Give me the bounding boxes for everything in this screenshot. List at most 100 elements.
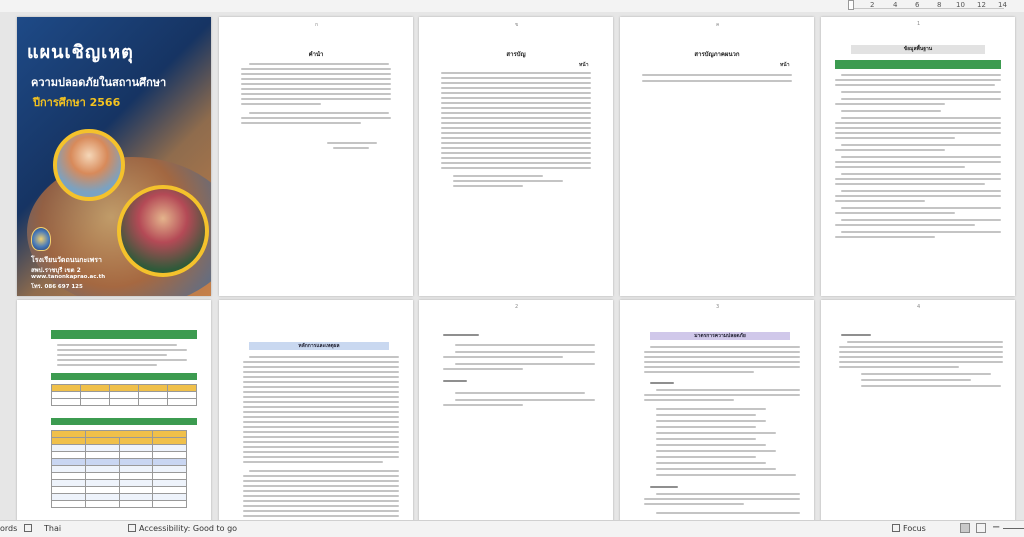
text-line [656,512,800,514]
text-line [841,231,1001,233]
text-line [243,391,399,393]
cover-phone: โทร. 086 697 125 [31,284,83,290]
indent-marker[interactable] [848,0,854,10]
section-header: 1. ข้อมูลทั่วไป [835,60,1001,77]
list-line [656,432,776,434]
text-line [243,431,399,433]
text-line [249,63,389,65]
heading-line [650,382,674,384]
table-header-bar [51,373,197,380]
table-cell [51,479,86,487]
appendix-toc-page[interactable]: ค สารบัญภาคผนวก หน้า [620,17,814,296]
focus-icon [892,524,900,532]
table-cell [152,472,187,480]
text-line [835,149,945,151]
text-line [243,456,399,458]
text-line [57,344,177,346]
toc-entry [441,147,591,149]
ruler-line [850,8,1004,9]
foreword-page[interactable]: ก คำนำ [219,17,413,296]
heading-line [650,486,678,488]
text-line [835,84,995,86]
text-line [847,341,1003,343]
list-line [656,438,756,440]
table-cell [138,398,168,406]
text-line [839,366,959,368]
page-number: ก [315,22,319,28]
text-line [243,376,399,378]
list-line [656,462,766,464]
table-cell [51,444,86,452]
read-mode-button[interactable] [960,523,970,533]
word-count[interactable]: ords [0,524,17,533]
text-line [243,406,399,408]
rationale-page[interactable]: หลักการและเหตุผล [219,300,413,520]
text-line [243,436,399,438]
safety-measures-page[interactable]: 3 มาตรการความปลอดภัย [620,300,814,520]
text-line [243,401,399,403]
focus-button[interactable]: Focus [892,524,926,533]
basic-info-page[interactable]: 1 ข้อมูลพื้นฐาน 1. ข้อมูลทั่วไป [821,17,1015,296]
table-header [138,384,168,392]
structure-page[interactable]: 4 [821,300,1015,520]
toc-entry [441,82,591,84]
table-header [51,430,86,438]
list-line [656,426,756,428]
text-line [841,110,941,112]
text-line [57,364,157,366]
appendix-page-label: หน้า [780,62,790,68]
table-cell [152,479,187,487]
toc-entry [441,87,591,89]
focus-label: Focus [903,524,926,533]
text-line [835,178,1001,180]
heading-line [443,334,479,336]
section-header [51,330,197,339]
table-cell [51,486,86,494]
text-line [241,78,391,80]
text-line [841,207,1001,209]
zoom-out-button[interactable]: − [992,522,1000,533]
text-line [644,366,800,368]
table-cell [84,479,120,487]
text-line [644,356,800,358]
toc-entry [441,77,591,79]
text-line [243,461,383,463]
table-cell [84,451,120,459]
cover-page[interactable]: แผนเชิญเหตุ ความปลอดภัยในสถานศึกษา ปีการ… [17,17,211,296]
toc-entry [453,180,563,182]
text-line [243,366,399,368]
cover-website: www.tanonkaprao.ac.th [31,274,106,280]
text-line [243,480,399,482]
text-line [241,98,391,100]
table-cell [118,458,154,466]
table-header [109,384,139,392]
table-header [51,437,86,445]
text-line [243,426,399,428]
text-line [644,371,754,373]
text-line [243,381,399,383]
text-line [243,416,399,418]
print-layout-button[interactable] [976,523,986,533]
zoom-slider[interactable] [1003,528,1024,529]
table-header [51,384,81,392]
language-status[interactable]: Thai [44,524,61,533]
proofing-icon[interactable] [24,524,35,533]
objectives-page[interactable]: 2 [419,300,613,520]
table-cell [152,451,187,459]
school-data-page[interactable] [17,300,211,520]
list-line [656,450,776,452]
table-cell [118,479,154,487]
document-canvas[interactable]: แผนเชิญเหตุ ความปลอดภัยในสถานศึกษา ปีการ… [0,12,1024,520]
text-line [841,98,1001,100]
text-line [835,103,945,105]
table-cell [152,444,187,452]
text-line [455,399,595,401]
table-cell [152,458,187,466]
table-cell [152,493,187,501]
page-number: 2 [515,304,519,310]
toc-page[interactable]: ข สารบัญ หน้า [419,17,613,296]
text-line [835,195,1001,197]
accessibility-status[interactable]: Accessibility: Good to go [128,524,237,533]
text-line [644,394,800,396]
text-line [455,351,595,353]
